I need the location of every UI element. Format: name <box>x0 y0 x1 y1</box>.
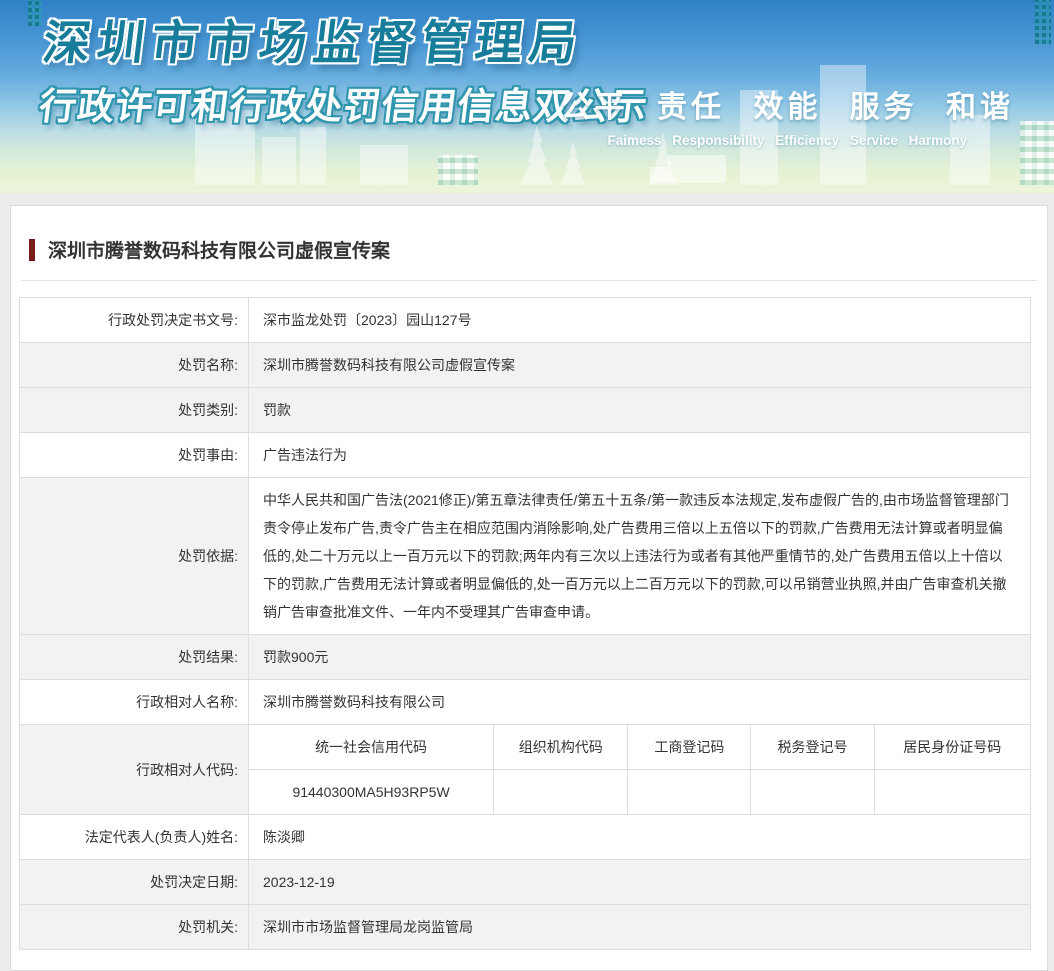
codes-value <box>628 770 751 815</box>
slogan-chinese: 公平 责任 效能 服务 和谐 <box>561 82 1014 126</box>
row-label: 处罚事由: <box>20 433 249 478</box>
banner-slogan: 公平 责任 效能 服务 和谐 Faimess Responsibility Ef… <box>561 82 1014 148</box>
table-row: 行政处罚决定书文号:深市监龙处罚〔2023〕园山127号 <box>20 298 1031 343</box>
row-value: 深圳市腾誉数码科技有限公司虚假宣传案 <box>249 343 1031 388</box>
row-label: 处罚机关: <box>20 905 249 950</box>
codes-column-header: 工商登记码 <box>628 725 751 770</box>
codes-header-row: 统一社会信用代码组织机构代码工商登记码税务登记号居民身份证号码 <box>249 725 1030 770</box>
table-row: 处罚结果:罚款900元 <box>20 635 1031 680</box>
row-label: 行政相对人名称: <box>20 680 249 725</box>
table-row: 处罚依据:中华人民共和国广告法(2021修正)/第五章法律责任/第五十五条/第一… <box>20 478 1031 635</box>
skyline-window-building <box>1020 121 1054 185</box>
row-value: 深市监龙处罚〔2023〕园山127号 <box>249 298 1031 343</box>
skyline-truck <box>668 155 726 183</box>
site-banner: 深圳市市场监督管理局 行政许可和行政处罚信用信息双公示 公平 责任 效能 服务 … <box>0 0 1054 193</box>
codes-column-header: 税务登记号 <box>751 725 874 770</box>
row-value: 广告违法行为 <box>249 433 1031 478</box>
table-row: 处罚决定日期:2023-12-19 <box>20 860 1031 905</box>
org-title: 深圳市市场监督管理局 <box>40 4 588 73</box>
skyline-building <box>360 145 408 185</box>
row-value: 中华人民共和国广告法(2021修正)/第五章法律责任/第五十五条/第一款违反本法… <box>249 478 1031 635</box>
table-row: 处罚机关:深圳市市场监督管理局龙岗监管局 <box>20 905 1031 950</box>
codes-column-header: 居民身份证号码 <box>874 725 1030 770</box>
row-value: 深圳市市场监督管理局龙岗监管局 <box>249 905 1031 950</box>
skyline-window-building <box>438 155 478 185</box>
skyline-tree <box>520 125 554 185</box>
row-label: 行政处罚决定书文号: <box>20 298 249 343</box>
party-codes-table: 统一社会信用代码组织机构代码工商登记码税务登记号居民身份证号码91440300M… <box>249 725 1030 814</box>
pixel-building-decoration-left <box>28 0 42 26</box>
skyline-building <box>300 127 326 185</box>
row-label: 行政相对人代码: <box>20 725 249 815</box>
row-label: 处罚结果: <box>20 635 249 680</box>
slogan-english: Faimess Responsibility Efficiency Servic… <box>561 133 1014 148</box>
table-row: 行政相对人代码:统一社会信用代码组织机构代码工商登记码税务登记号居民身份证号码9… <box>20 725 1031 815</box>
table-row: 处罚名称:深圳市腾誉数码科技有限公司虚假宣传案 <box>20 343 1031 388</box>
row-label: 处罚依据: <box>20 478 249 635</box>
skyline-building <box>262 137 296 185</box>
codes-column-header: 统一社会信用代码 <box>249 725 494 770</box>
row-label: 处罚类别: <box>20 388 249 433</box>
codes-value-row: 91440300MA5H93RP5W <box>249 770 1030 815</box>
row-value: 深圳市腾誉数码科技有限公司 <box>249 680 1031 725</box>
table-row: 行政相对人名称:深圳市腾誉数码科技有限公司 <box>20 680 1031 725</box>
content-panel: 深圳市腾誉数码科技有限公司虚假宣传案 行政处罚决定书文号:深市监龙处罚〔2023… <box>10 205 1048 971</box>
case-title: 深圳市腾誉数码科技有限公司虚假宣传案 <box>48 236 390 263</box>
banner-subtitle: 行政许可和行政处罚信用信息双公示 <box>37 76 652 130</box>
case-title-row: 深圳市腾誉数码科技有限公司虚假宣传案 <box>11 206 1047 263</box>
row-label: 处罚名称: <box>20 343 249 388</box>
codes-value: 91440300MA5H93RP5W <box>249 770 494 815</box>
pixel-building-decoration-right <box>1035 0 1051 44</box>
row-value: 罚款900元 <box>249 635 1031 680</box>
table-row: 法定代表人(负责人)姓名:陈淡卿 <box>20 815 1031 860</box>
codes-value <box>751 770 874 815</box>
row-label: 处罚决定日期: <box>20 860 249 905</box>
table-row: 处罚类别:罚款 <box>20 388 1031 433</box>
codes-cell: 统一社会信用代码组织机构代码工商登记码税务登记号居民身份证号码91440300M… <box>249 725 1031 815</box>
title-divider <box>21 280 1037 281</box>
table-row: 处罚事由:广告违法行为 <box>20 433 1031 478</box>
title-marker-bar <box>29 239 35 261</box>
row-value: 陈淡卿 <box>249 815 1031 860</box>
row-label: 法定代表人(负责人)姓名: <box>20 815 249 860</box>
penalty-info-table: 行政处罚决定书文号:深市监龙处罚〔2023〕园山127号处罚名称:深圳市腾誉数码… <box>19 297 1031 950</box>
row-value: 罚款 <box>249 388 1031 433</box>
codes-value <box>874 770 1030 815</box>
codes-column-header: 组织机构代码 <box>494 725 628 770</box>
row-value: 2023-12-19 <box>249 860 1031 905</box>
codes-value <box>494 770 628 815</box>
